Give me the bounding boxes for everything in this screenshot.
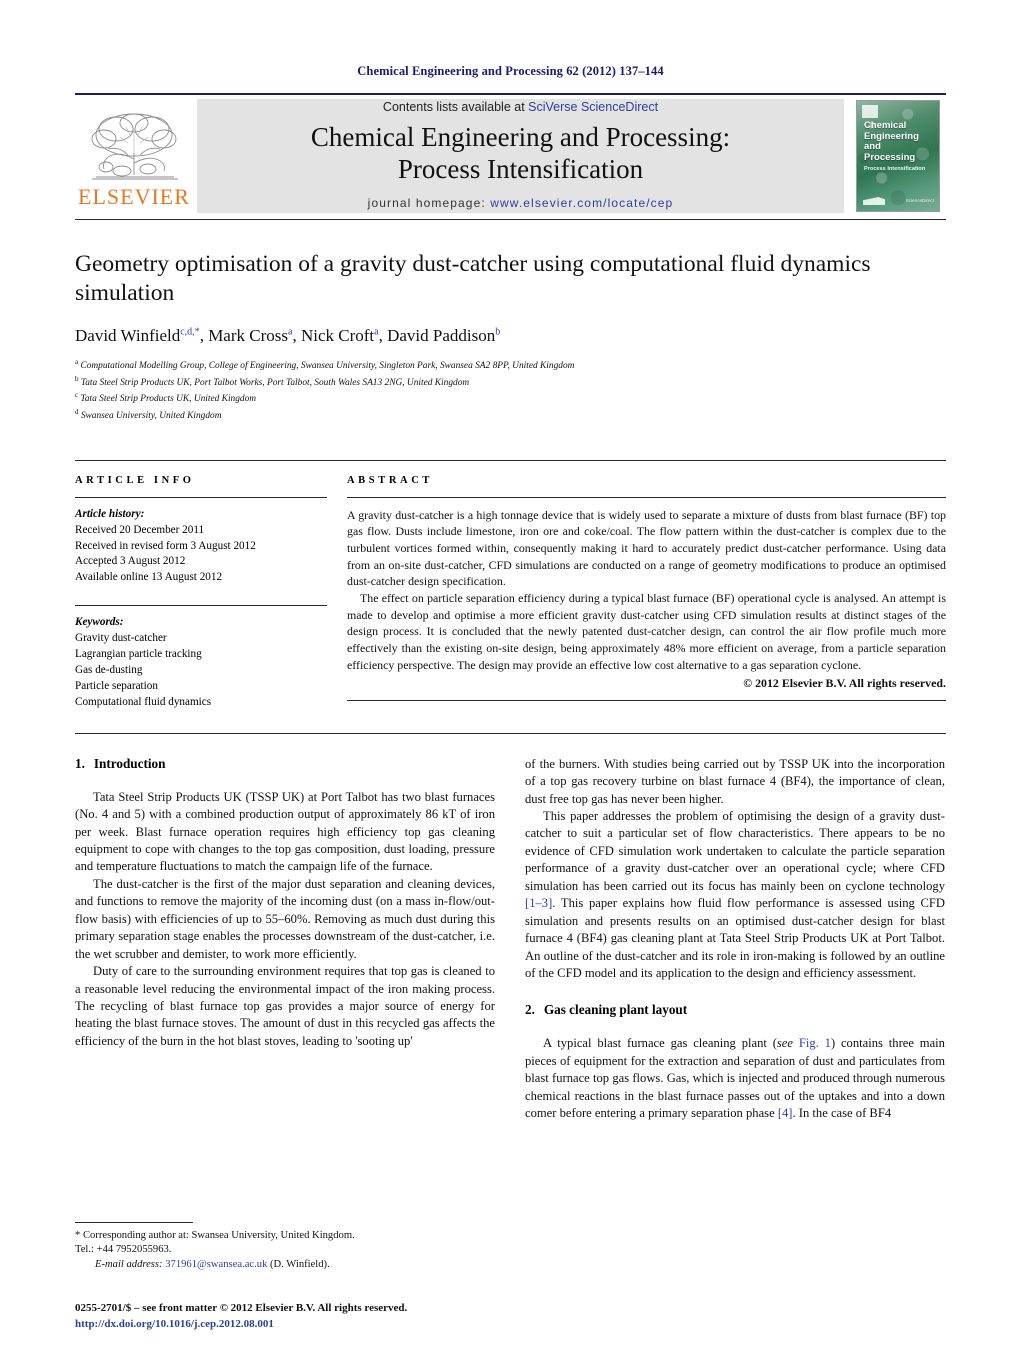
abstract-label: ABSTRACT bbox=[347, 474, 433, 486]
section-number: 2. bbox=[525, 1002, 535, 1018]
paragraph-text-a: A typical blast furnace gas cleaning pla… bbox=[543, 1036, 777, 1051]
affiliation-marker: a bbox=[75, 357, 79, 366]
history-item: Received in revised form 3 August 2012 bbox=[75, 539, 256, 552]
article-info-label: ARTICLE INFO bbox=[75, 474, 195, 486]
journal-masthead: ELSEVIER Contents lists available at Sci… bbox=[75, 93, 946, 217]
keyword-item: Gas de-dusting bbox=[75, 664, 143, 676]
page-title: Geometry optimisation of a gravity dust-… bbox=[75, 251, 871, 307]
keywords-block: Keywords: Gravity dust-catcher Lagrangia… bbox=[75, 605, 327, 710]
masthead-center-panel: Contents lists available at SciVerse Sci… bbox=[197, 99, 844, 213]
body-paragraph: The dust-catcher is the first of the maj… bbox=[75, 876, 495, 961]
contents-available-line: Contents lists available at SciVerse Sci… bbox=[383, 100, 658, 114]
keywords-title: Keywords: bbox=[75, 616, 124, 629]
article-history-title: Article history: bbox=[75, 507, 145, 520]
keyword-item: Gravity dust-catcher bbox=[75, 632, 167, 645]
elsevier-logo: ELSEVIER bbox=[75, 95, 193, 217]
body-top-rule bbox=[75, 732, 946, 734]
info-abstract-section: ARTICLE INFO Article history: Received 2… bbox=[75, 459, 946, 711]
email-label: E-mail address: bbox=[95, 1259, 163, 1271]
body-column-left: 1. Introduction Tata Steel Strip Products… bbox=[75, 756, 495, 1123]
affiliation-item: a Computational Modelling Group, College… bbox=[75, 357, 946, 374]
body-column-right: of the burners. With studies being carri… bbox=[525, 756, 945, 1123]
email-note: E-mail address: 371961@swansea.ac.uk (D.… bbox=[75, 1258, 495, 1273]
affiliation-marker: d bbox=[75, 408, 79, 416]
imprint-block: 0255-2701/$ – see front matter © 2012 El… bbox=[75, 1301, 595, 1333]
cover-bottom-text: ScienceDirect bbox=[905, 198, 934, 204]
body-paragraph: Duty of care to the surrounding environm… bbox=[75, 964, 495, 1048]
affiliation-marker: b bbox=[75, 374, 79, 383]
journal-cover-thumbnail: Chemical Engineering and Processing Proc… bbox=[850, 95, 946, 217]
affiliation-item: d Swansea University, United Kingdom bbox=[75, 407, 946, 424]
affiliation-list: a Computational Modelling Group, College… bbox=[75, 357, 946, 424]
affiliation-text: Computational Modelling Group, College o… bbox=[80, 360, 575, 371]
section-heading-gas-cleaning-plant-layout: 2. Gas cleaning plant layout bbox=[525, 1002, 945, 1018]
journal-homepage-line: journal homepage: www.elsevier.com/locat… bbox=[368, 196, 674, 210]
abstract-rule bbox=[347, 496, 946, 498]
section-number: 1. bbox=[75, 755, 85, 771]
cover-subtitle-text: Process Intensification bbox=[864, 166, 926, 172]
history-item: Received 20 December 2011 bbox=[75, 523, 205, 536]
article-info-rule bbox=[75, 496, 327, 498]
see-italic: see bbox=[776, 1036, 793, 1051]
abstract-paragraph: The effect on particle separation effici… bbox=[347, 591, 946, 672]
body-paragraph: This paper addresses the problem of opti… bbox=[525, 808, 945, 982]
article-history-block: Article history: Received 20 December 20… bbox=[75, 507, 327, 587]
keyword-item: Computational fluid dynamics bbox=[75, 695, 212, 708]
history-item: Accepted 3 August 2012 bbox=[75, 555, 186, 568]
masthead-bottom-rule bbox=[75, 219, 946, 220]
elsevier-wordmark: ELSEVIER bbox=[78, 183, 190, 209]
keyword-item: Lagrangian particle tracking bbox=[75, 648, 202, 661]
affiliation-item: c Tata Steel Strip Products UK, United K… bbox=[75, 390, 946, 407]
abstract-body: A gravity dust-catcher is a high tonnage… bbox=[347, 507, 946, 692]
citation-ref-1-3[interactable]: [1–3] bbox=[525, 896, 552, 910]
affiliation-text: Swansea University, United Kingdom bbox=[80, 411, 222, 422]
keyword-item: Particle separation bbox=[75, 679, 158, 692]
contents-prefix: Contents lists available at bbox=[382, 100, 529, 115]
email-suffix: (D. Winfield). bbox=[267, 1259, 330, 1271]
affiliation-text: Tata Steel Strip Products UK, Port Talbo… bbox=[80, 377, 470, 388]
section-title: Gas cleaning plant layout bbox=[543, 1002, 688, 1018]
footnote-area: * Corresponding author at: Swansea Unive… bbox=[75, 1221, 495, 1273]
affiliation-marker: c bbox=[75, 391, 79, 400]
section-heading-introduction: 1. Introduction bbox=[75, 756, 495, 772]
affiliation-text: Tata Steel Strip Products UK, United Kin… bbox=[80, 394, 257, 405]
body-paragraph-continued: of the burners. With studies being carri… bbox=[525, 756, 945, 806]
doi-link[interactable]: http://dx.doi.org/10.1016/j.cep.2012.08.… bbox=[75, 1317, 595, 1333]
homepage-label: journal homepage: bbox=[367, 195, 491, 210]
keywords-rule bbox=[75, 605, 327, 607]
abstract-copyright: © 2012 Elsevier B.V. All rights reserved… bbox=[743, 676, 946, 691]
affiliation-item: b Tata Steel Strip Products UK, Port Tal… bbox=[75, 374, 946, 391]
body-columns: 1. Introduction Tata Steel Strip Products… bbox=[75, 756, 946, 1123]
author-list: David Winfieldc,d,*, Mark Crossa, Nick C… bbox=[75, 325, 501, 345]
paragraph-text-c: . In the case of BF4 bbox=[792, 1106, 892, 1121]
footnote-separator bbox=[75, 1221, 193, 1223]
history-item: Available online 13 August 2012 bbox=[75, 571, 223, 584]
body-paragraph: A typical blast furnace gas cleaning pla… bbox=[525, 1035, 945, 1122]
article-page: Chemical Engineering and Processing 62 (… bbox=[0, 0, 1021, 1351]
abstract-column: ABSTRACT A gravity dust-catcher is a hig… bbox=[347, 475, 946, 711]
cover-elsevier-mark-icon bbox=[862, 105, 878, 118]
corresponding-author-tel: Tel.: +44 7952055963. bbox=[75, 1244, 172, 1256]
abstract-bottom-rule bbox=[347, 699, 946, 701]
journal-title: Chemical Engineering and Processing: Pro… bbox=[311, 122, 730, 185]
abstract-paragraph: A gravity dust-catcher is a high tonnage… bbox=[347, 507, 946, 589]
body-paragraph: Tata Steel Strip Products UK (TSSP UK) a… bbox=[75, 789, 495, 874]
corresponding-author-note: * Corresponding author at: Swansea Unive… bbox=[75, 1229, 355, 1241]
figure-ref-link[interactable]: Fig. 1 bbox=[799, 1036, 831, 1050]
elsevier-tree-icon bbox=[91, 113, 178, 179]
paragraph-text-a: This paper addresses the problem of opti… bbox=[525, 809, 945, 893]
citation-ref-4[interactable]: [4] bbox=[778, 1106, 793, 1120]
cover-image: Chemical Engineering and Processing Proc… bbox=[856, 100, 940, 212]
section-title: Introduction bbox=[93, 755, 166, 771]
article-info-column: ARTICLE INFO Article history: Received 2… bbox=[75, 475, 347, 711]
imprint-line: 0255-2701/$ – see front matter © 2012 El… bbox=[75, 1302, 408, 1315]
paragraph-text-b: . This paper explains how fluid flow per… bbox=[525, 896, 945, 980]
cover-title-text: Chemical Engineering and Processing bbox=[864, 120, 919, 163]
homepage-url-link[interactable]: www.elsevier.com/locate/cep bbox=[490, 196, 673, 210]
running-head: Chemical Engineering and Processing 62 (… bbox=[357, 64, 664, 78]
journal-title-line2: Process Intensification bbox=[397, 153, 644, 184]
journal-title-line1: Chemical Engineering and Processing: bbox=[310, 122, 731, 153]
email-link[interactable]: 371961@swansea.ac.uk bbox=[165, 1259, 267, 1270]
sciencedirect-link[interactable]: SciVerse ScienceDirect bbox=[528, 100, 658, 114]
